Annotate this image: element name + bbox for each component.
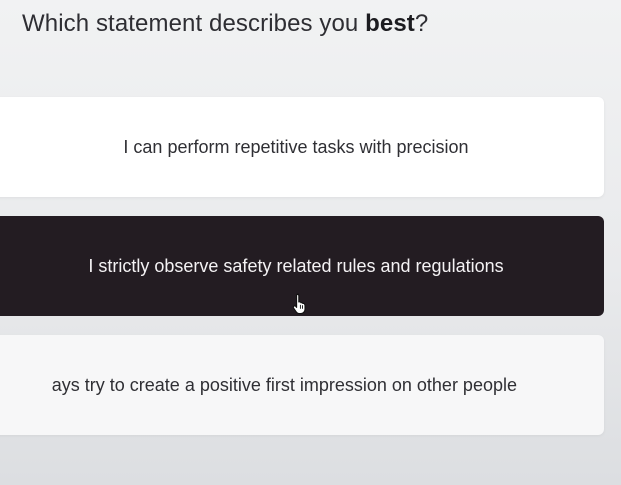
- answer-option-3[interactable]: ays try to create a positive first impre…: [0, 335, 604, 435]
- answer-option-2-label: I strictly observe safety related rules …: [88, 255, 504, 276]
- question-emphasis: best: [365, 10, 415, 37]
- question-suffix: ?: [414, 10, 429, 37]
- question-title: Which statement describes you best?: [22, 10, 428, 38]
- hand-pointer-icon: [292, 293, 306, 315]
- answer-option-3-label: ays try to create a positive first impre…: [51, 374, 517, 395]
- answer-option-1[interactable]: I can perform repetitive tasks with prec…: [0, 97, 604, 197]
- question-prefix: Which statement describes you: [22, 10, 366, 37]
- answer-option-1-label: I can perform repetitive tasks with prec…: [123, 136, 469, 157]
